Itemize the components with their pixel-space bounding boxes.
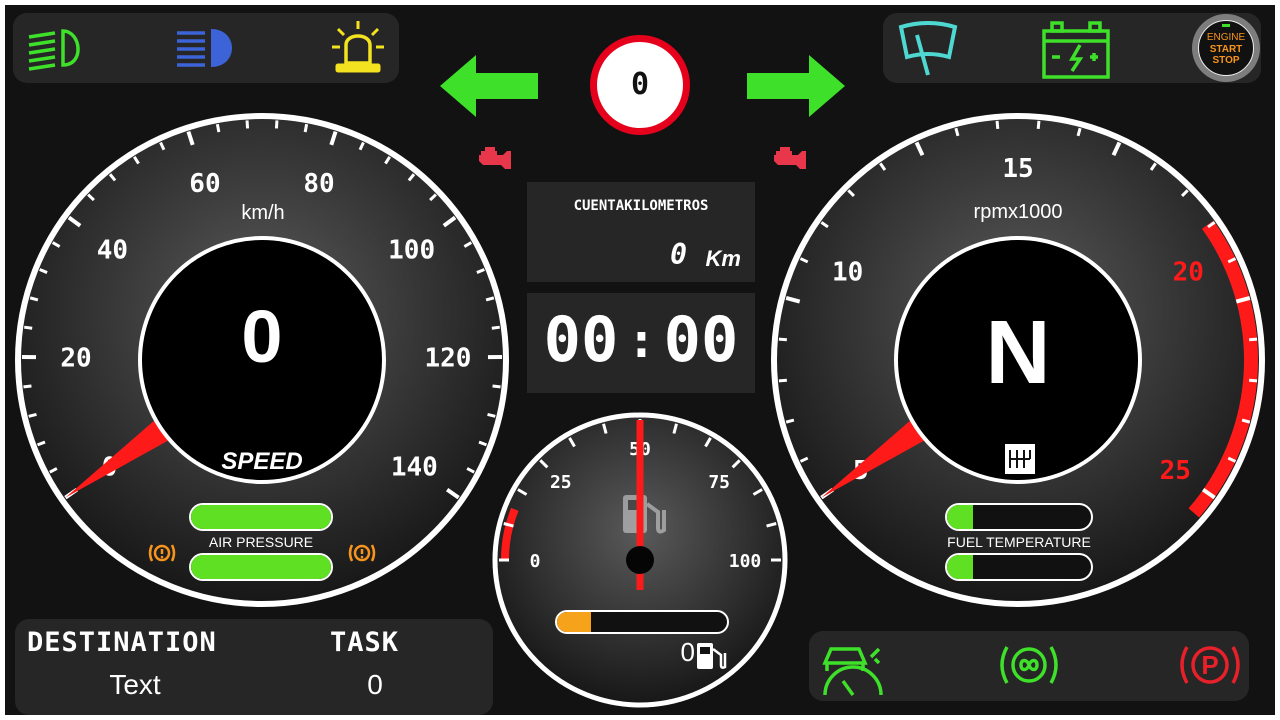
battery-icon[interactable] [1040,19,1112,81]
destination-title: DESTINATION [27,627,217,658]
odometer-title: CUENTAKILOMETROS [573,198,709,214]
fuel-value: 0 [680,637,695,667]
start-stop-line1: ENGINE [1206,32,1246,43]
speed-limit-sign: 0 [590,35,690,135]
gear-indicator: N [985,303,1051,403]
brake-warning-icon [348,544,376,562]
clock-separator: : [627,313,656,369]
rpm-unit: rpmx1000 [973,201,1063,223]
start-stop-line3: STOP [1212,55,1240,66]
speed-label: SPEED [221,448,303,475]
parking-brake-icon[interactable]: P [1179,641,1241,689]
task-value: 0 [367,669,383,700]
turn-left-indicator [440,55,538,117]
fuel-gauge-hub [626,546,654,574]
gear-shift-icon [1005,444,1035,474]
odometer-unit: Km [705,246,741,271]
dashboard: 0 ENGINE START STOP 020406080100120140 [5,5,1275,715]
trip-panel: DESTINATION Text TASK 0 [15,619,493,715]
wiper-icon[interactable] [895,21,961,79]
stability-control-icon[interactable] [819,637,885,697]
fuel-pump-icon [697,643,727,669]
high-beam-icon[interactable] [175,23,241,73]
air-pressure-label: AIR PRESSURE [208,534,314,550]
fuel-temperature-label: FUEL TEMPERATURE [947,534,1091,550]
speed-limit-value: 0 [630,67,650,102]
clock-hours: 00 [543,303,619,376]
clock-minutes: 00 [663,303,739,376]
low-beam-icon[interactable] [25,23,91,73]
speed-value: 0 [241,295,283,378]
fuel-temperature-bar-1 [945,503,1093,531]
fuel-level-bar [555,610,729,634]
clock-panel: 00 : 00 [527,293,755,393]
fuel-gauge-tick-label: 0 [530,551,541,572]
odometer-value: 0 [670,238,687,271]
task-title: TASK [330,627,400,658]
fuel-gauge-tick-label: 75 [708,472,730,493]
air-pressure-bar-2 [189,553,333,581]
destination-value: Text [109,669,161,700]
start-stop-line2: START [1209,44,1243,55]
fuel-gauge: 0255075100 [492,412,788,708]
air-pressure-bar-1 [189,503,333,531]
engine-start-stop-icon[interactable]: ENGINE START STOP [1192,14,1260,82]
speed-unit: km/h [241,202,285,224]
odometer-panel: CUENTAKILOMETROS 0 Km [527,182,755,282]
fuel-gauge-tick-label: 100 [729,551,762,572]
brake-warning-icon [148,544,176,562]
svg-text:P: P [1201,650,1218,680]
fuel-temperature-bar-2 [945,553,1093,581]
turn-right-indicator [747,55,845,117]
brake-system-icon[interactable] [999,641,1059,689]
fuel-gauge-tick-label: 25 [550,472,572,493]
hazard-beacon-icon[interactable] [330,21,386,75]
